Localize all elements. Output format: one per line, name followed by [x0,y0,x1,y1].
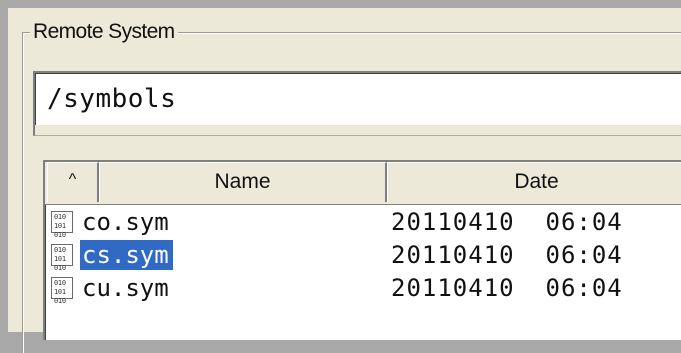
file-name: co.sym [82,208,169,236]
binary-file-icon: 010 101 010 [51,277,73,305]
remote-file-list[interactable]: ^ Name Date 010 101 010 co.sym 20110410 … [43,160,681,340]
list-item[interactable]: 010 101 010 cu.sym 20110410 06:04 [47,273,681,305]
group-box-title: Remote System [30,20,178,44]
remote-path-field[interactable]: /symbols [33,71,681,125]
file-name: cs.sym [80,240,173,270]
sort-column-header[interactable]: ^ [47,162,99,202]
list-item[interactable]: 010 101 010 co.sym 20110410 06:04 [47,207,681,239]
binary-file-icon: 010 101 010 [51,211,73,239]
file-date: 20110410 06:04 [391,241,623,269]
name-column-header[interactable]: Name [99,162,387,202]
file-name: cu.sym [82,274,169,302]
date-column-header[interactable]: Date [387,162,681,202]
list-header: ^ Name Date [45,162,681,205]
sort-ascending-icon: ^ [68,171,77,188]
file-date: 20110410 06:04 [391,274,623,302]
path-field-ledge [33,125,681,136]
binary-file-icon: 010 101 010 [51,244,73,272]
file-date: 20110410 06:04 [391,208,623,236]
list-item-selected[interactable]: 010 101 010 cs.sym 20110410 06:04 [47,240,681,272]
remote-path-text: /symbols [47,84,177,114]
